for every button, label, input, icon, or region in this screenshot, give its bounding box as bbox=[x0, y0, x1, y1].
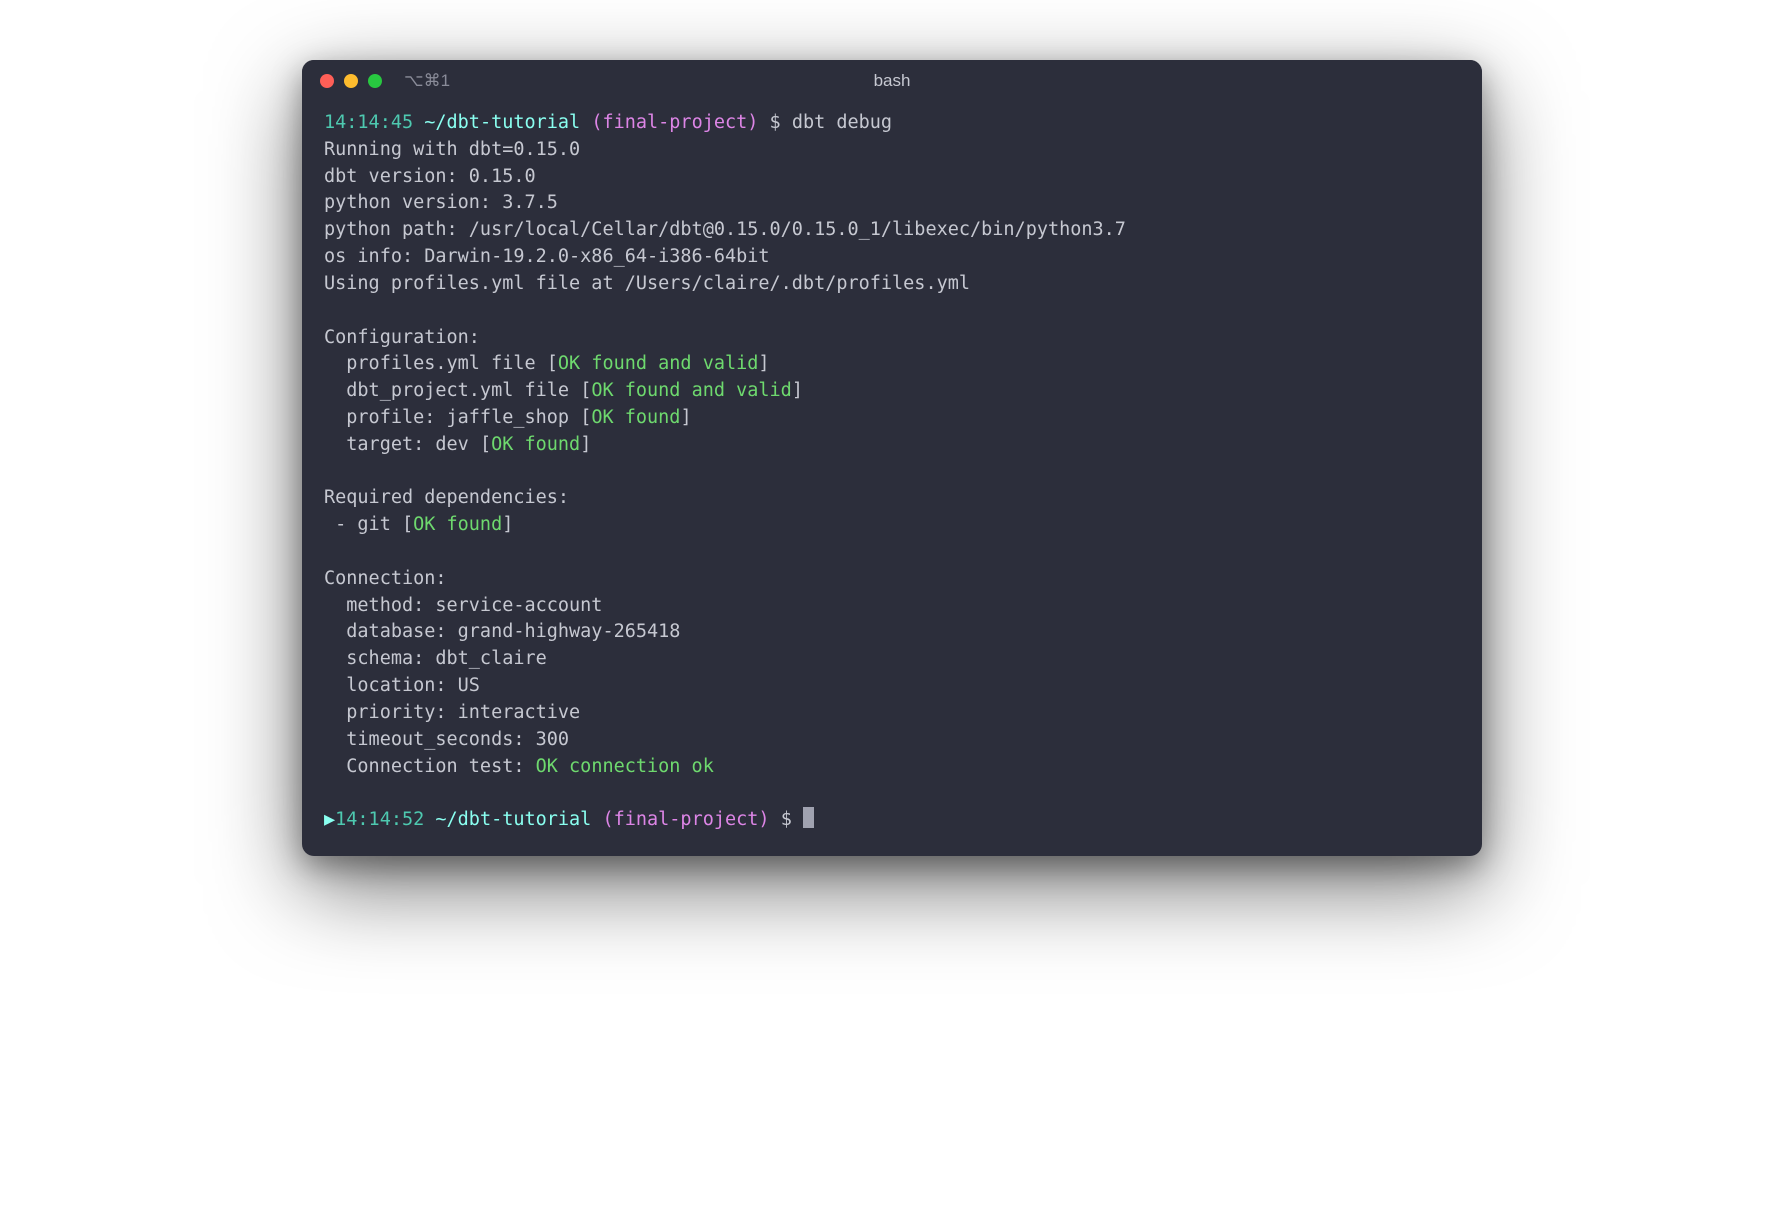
output-line: python version: 3.7.5 bbox=[324, 192, 558, 213]
cwd: ~/dbt-tutorial bbox=[435, 809, 591, 830]
traffic-lights bbox=[320, 74, 382, 88]
connection-line: schema: dbt_claire bbox=[324, 648, 547, 669]
dependency-line: - git [OK found] bbox=[324, 514, 513, 535]
connection-line: method: service-account bbox=[324, 595, 602, 616]
prompt-line: 14:14:45 ~/dbt-tutorial (final-project) … bbox=[324, 112, 892, 133]
output-line: python path: /usr/local/Cellar/dbt@0.15.… bbox=[324, 219, 1126, 240]
connection-line: Connection test: OK connection ok bbox=[324, 756, 714, 777]
minimize-icon[interactable] bbox=[344, 74, 358, 88]
section-header: Required dependencies: bbox=[324, 487, 569, 508]
close-icon[interactable] bbox=[320, 74, 334, 88]
keyboard-shortcut-label: ⌥⌘1 bbox=[404, 71, 450, 91]
command-text: dbt debug bbox=[792, 112, 892, 133]
status-ok: OK found bbox=[413, 514, 502, 535]
section-header: Connection: bbox=[324, 568, 447, 589]
window-title: bash bbox=[874, 71, 911, 91]
arrow-icon: ▶ bbox=[324, 809, 335, 830]
timestamp: 14:14:45 bbox=[324, 112, 413, 133]
cwd: ~/dbt-tutorial bbox=[424, 112, 580, 133]
config-line: dbt_project.yml file [OK found and valid… bbox=[324, 380, 803, 401]
output-line: os info: Darwin-19.2.0-x86_64-i386-64bit bbox=[324, 246, 770, 267]
status-ok: OK found and valid bbox=[558, 353, 758, 374]
prompt-line: ▶14:14:52 ~/dbt-tutorial (final-project)… bbox=[324, 809, 814, 830]
terminal-body[interactable]: 14:14:45 ~/dbt-tutorial (final-project) … bbox=[302, 102, 1482, 856]
section-header: Configuration: bbox=[324, 327, 480, 348]
config-line: profile: jaffle_shop [OK found] bbox=[324, 407, 692, 428]
status-ok: OK found bbox=[591, 407, 680, 428]
status-ok: OK connection ok bbox=[536, 756, 714, 777]
config-line: target: dev [OK found] bbox=[324, 434, 591, 455]
connection-line: location: US bbox=[324, 675, 480, 696]
status-ok: OK found and valid bbox=[591, 380, 791, 401]
connection-line: database: grand-highway-265418 bbox=[324, 621, 680, 642]
status-ok: OK found bbox=[491, 434, 580, 455]
output-line: Using profiles.yml file at /Users/claire… bbox=[324, 273, 970, 294]
cursor-icon bbox=[803, 807, 814, 828]
config-line: profiles.yml file [OK found and valid] bbox=[324, 353, 770, 374]
connection-line: timeout_seconds: 300 bbox=[324, 729, 569, 750]
git-branch: (final-project) bbox=[602, 809, 769, 830]
maximize-icon[interactable] bbox=[368, 74, 382, 88]
prompt-symbol: $ bbox=[770, 112, 781, 133]
git-branch: (final-project) bbox=[591, 112, 758, 133]
timestamp: 14:14:52 bbox=[335, 809, 424, 830]
connection-line: priority: interactive bbox=[324, 702, 580, 723]
prompt-symbol: $ bbox=[781, 809, 792, 830]
terminal-window: ⌥⌘1 bash 14:14:45 ~/dbt-tutorial (final-… bbox=[302, 60, 1482, 856]
output-line: Running with dbt=0.15.0 bbox=[324, 139, 580, 160]
titlebar: ⌥⌘1 bash bbox=[302, 60, 1482, 102]
output-line: dbt version: 0.15.0 bbox=[324, 166, 536, 187]
